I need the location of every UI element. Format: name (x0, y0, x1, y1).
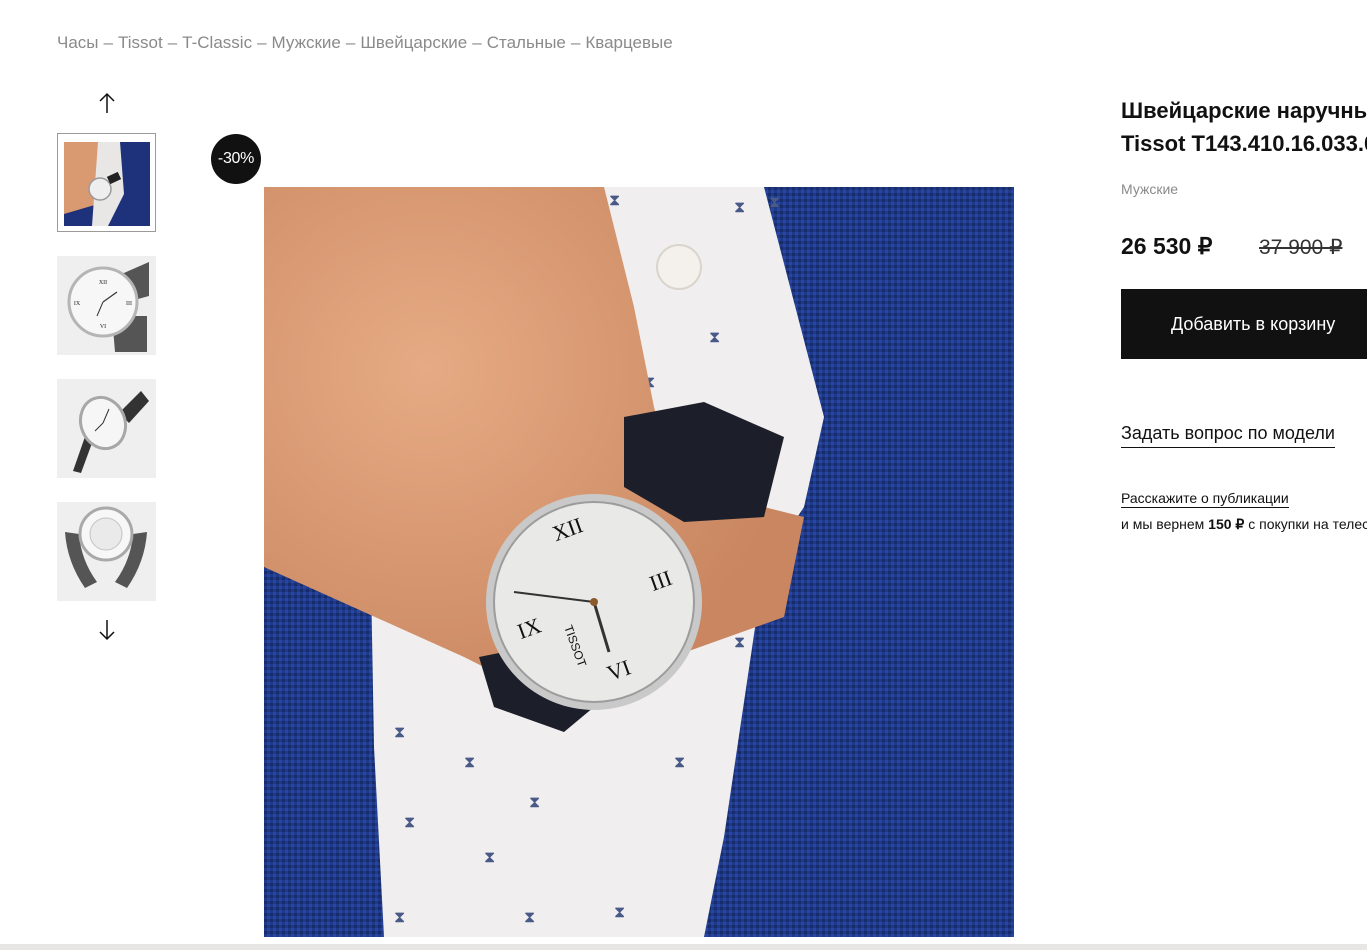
share-note-suffix: с покупки на телес (1244, 516, 1367, 532)
share-publication-link[interactable]: Расскажите о публикации (1121, 490, 1289, 508)
breadcrumb-separator: – (570, 33, 581, 52)
svg-text:III: III (126, 301, 132, 307)
breadcrumb-item-swiss[interactable]: Швейцарские (360, 33, 467, 52)
thumbnail-front-view[interactable]: XII VI III IX (57, 256, 156, 355)
thumbnail-back-view[interactable] (57, 502, 156, 601)
svg-text:⧗: ⧗ (734, 634, 745, 651)
svg-text:⧗: ⧗ (614, 904, 625, 921)
breadcrumb-separator: – (103, 33, 113, 52)
svg-text:⧗: ⧗ (404, 814, 415, 831)
product-title-line2: Tissot T143.410.16.033.0 (1121, 131, 1367, 156)
ask-question-link[interactable]: Задать вопрос по модели (1121, 423, 1335, 448)
thumbnail-side-view[interactable] (57, 379, 156, 478)
svg-text:⧗: ⧗ (529, 794, 540, 811)
svg-text:⧗: ⧗ (709, 329, 720, 346)
thumbnail-lifestyle[interactable] (57, 133, 156, 232)
svg-text:⧗: ⧗ (394, 724, 405, 741)
svg-text:XII: XII (99, 280, 107, 286)
svg-text:⧗: ⧗ (464, 754, 475, 771)
current-price: 26 530 ₽ (1121, 233, 1213, 259)
breadcrumb-item-watches[interactable]: Часы (57, 33, 99, 52)
svg-text:⧗: ⧗ (484, 849, 495, 866)
arrow-down-icon[interactable] (96, 618, 118, 642)
svg-text:VI: VI (100, 324, 106, 330)
discount-badge: -30% (211, 134, 261, 184)
svg-text:IX: IX (74, 301, 81, 307)
breadcrumb-item-steel[interactable]: Стальные (487, 33, 566, 52)
svg-text:⧗: ⧗ (394, 909, 405, 926)
old-price: 37 900 ₽ (1259, 236, 1343, 259)
main-product-image[interactable]: ⧗ ⧗ ⧗ ⧗ ⧗ ⧗ ⧗ ⧗ ⧗ ⧗ ⧗ ⧗ ⧗ ⧗ ⧗ XII III VI IX TISSOT (264, 187, 1014, 937)
product-gender: Мужские (1121, 181, 1179, 197)
breadcrumb-separator: – (257, 33, 267, 52)
arrow-up-icon[interactable] (96, 91, 118, 115)
breadcrumb-item-tissot[interactable]: Tissot (118, 33, 163, 52)
bottom-bar (0, 944, 1367, 950)
product-title: Швейцарские наручные Tissot T143.410.16.… (1121, 94, 1367, 160)
share-note-prefix: и мы вернем (1121, 516, 1209, 532)
share-note: и мы вернем 150 ₽ с покупки на телес (1121, 516, 1367, 533)
product-title-line1: Швейцарские наручные (1121, 98, 1367, 123)
breadcrumb-item-mens[interactable]: Мужские (272, 33, 341, 52)
breadcrumb-separator: – (345, 33, 356, 52)
svg-text:⧗: ⧗ (524, 909, 535, 926)
add-to-cart-button[interactable]: Добавить в корзину (1121, 289, 1367, 359)
svg-text:⧗: ⧗ (734, 199, 745, 216)
svg-text:⧗: ⧗ (769, 194, 780, 211)
breadcrumb-item-collection[interactable]: T-Classic (182, 33, 252, 52)
breadcrumb-separator: – (472, 33, 482, 52)
breadcrumb: Часы – Tissot – T-Classic – Мужские – Швейцарски… (57, 33, 673, 53)
share-note-amount: 150 ₽ (1208, 516, 1245, 532)
breadcrumb-item-quartz[interactable]: Кварцевые (585, 33, 672, 52)
svg-text:⧗: ⧗ (674, 754, 685, 771)
breadcrumb-separator: – (167, 33, 178, 52)
svg-text:⧗: ⧗ (609, 192, 620, 209)
